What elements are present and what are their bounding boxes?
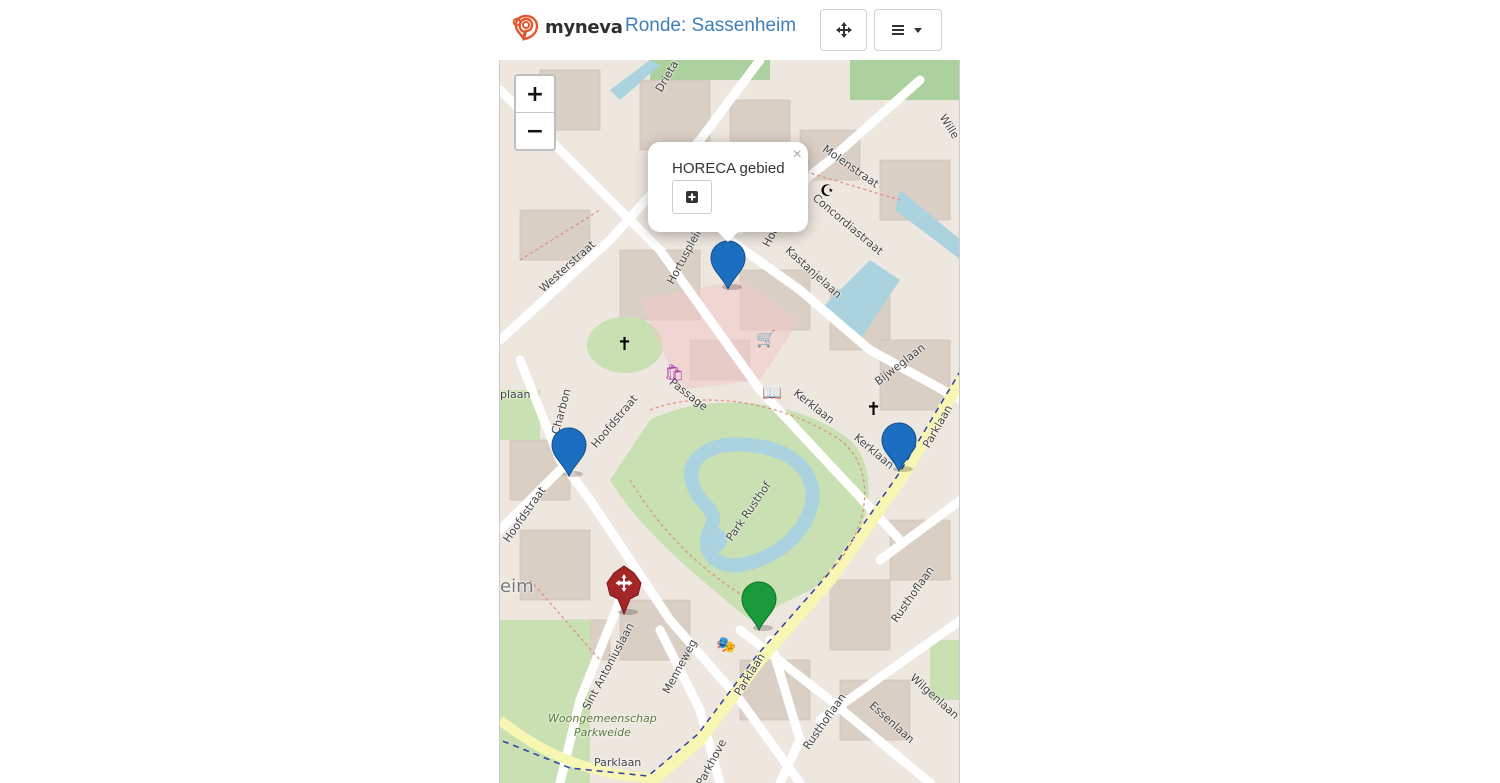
top-navbar: myneva Ronde: Sassenheim <box>499 0 960 60</box>
map-view[interactable]: Drieta Molenstraat Concordiastraat Weste… <box>499 60 960 783</box>
logo-text: myneva <box>545 16 623 38</box>
mosque-icon: ☪ <box>820 183 835 200</box>
map-marker-green[interactable] <box>741 581 777 631</box>
locate-button[interactable] <box>820 9 867 51</box>
hamburger-icon <box>892 25 904 35</box>
map-marker-blue[interactable] <box>710 240 746 290</box>
myneva-logo-icon <box>512 14 539 42</box>
theatre-icon: 🎭 <box>716 637 736 654</box>
popup-add-button[interactable] <box>672 180 712 214</box>
plus-square-icon <box>686 191 698 203</box>
myneva-logo[interactable]: myneva <box>511 12 623 42</box>
caret-down-icon <box>914 28 922 33</box>
map-marker-blue[interactable] <box>881 422 917 472</box>
crosshair-icon <box>835 22 852 38</box>
bag-shop-icon: 🛍 <box>664 365 685 382</box>
zoom-control: + − <box>514 74 556 151</box>
map-marker-blue[interactable] <box>551 427 587 477</box>
current-location-marker[interactable] <box>606 565 642 615</box>
street-label: Parklaan <box>594 756 642 769</box>
zoom-in-button[interactable]: + <box>516 76 554 112</box>
area-label: Woongemeenschap <box>548 712 657 725</box>
library-icon: 📖 <box>762 385 782 402</box>
place-label: eim <box>500 576 534 597</box>
church-icon: ✝ <box>866 399 882 419</box>
area-label: Parkweide <box>574 726 631 739</box>
zoom-out-button[interactable]: − <box>516 112 554 149</box>
street-label: plaan <box>500 388 531 401</box>
marker-popup: × HORECA gebied <box>648 142 808 242</box>
menu-button[interactable] <box>874 9 942 51</box>
popup-title: HORECA gebied <box>672 160 785 177</box>
church-icon: ✝ <box>617 334 633 354</box>
page-title: Ronde: Sassenheim <box>625 15 797 36</box>
shop-icon: 🛒 <box>756 331 776 348</box>
popup-close-button[interactable]: × <box>793 146 802 164</box>
